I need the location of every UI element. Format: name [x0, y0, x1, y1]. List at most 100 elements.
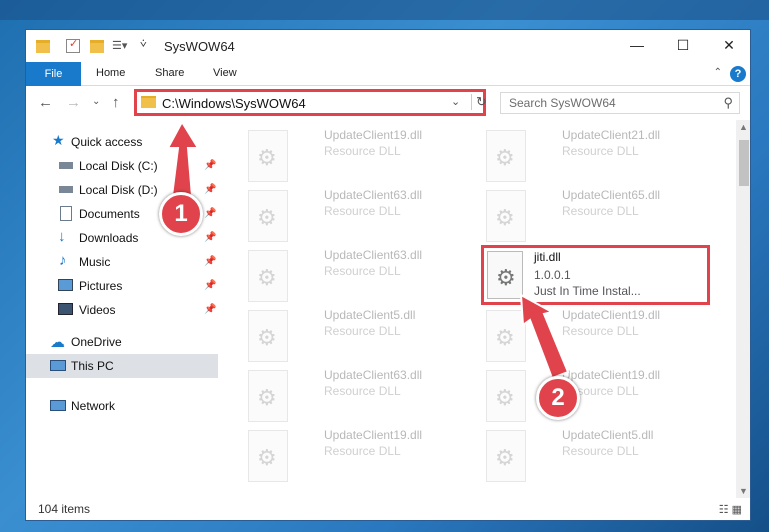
sidebar-item-videos[interactable]: Videos 📌	[26, 298, 218, 322]
properties-icon[interactable]: ✓	[66, 38, 80, 53]
file-name: UpdateClient63.dll	[324, 368, 423, 382]
dll-file-icon: ⚙	[248, 250, 288, 302]
navigation-bar: ← → ⌄ ↑ C:\Windows\SysWOW64 ⌄ ↻ Search S…	[26, 86, 750, 120]
sidebar-item-this-pc[interactable]: This PC	[26, 354, 218, 378]
tab-file[interactable]: File	[26, 62, 81, 86]
sidebar-item-label: This PC	[71, 359, 114, 373]
tab-share[interactable]: Share	[155, 67, 184, 79]
forward-icon[interactable]: →	[66, 94, 81, 111]
sidebar-item-label: Downloads	[79, 231, 139, 245]
file-item[interactable]: ⚙ UpdateClient19.dll Resource DLL	[248, 428, 468, 486]
refresh-icon[interactable]: ↻	[471, 94, 487, 110]
item-count: 104 items	[38, 502, 91, 516]
file-description: Resource DLL	[324, 384, 401, 398]
file-item[interactable]: ⚙ UpdateClient5.dll Resource DLL	[486, 428, 706, 486]
minimize-button[interactable]: —	[614, 30, 660, 60]
gear-icon: ⚙	[257, 445, 277, 470]
file-item[interactable]: ⚙ UpdateClient63.dll Resource DLL	[248, 368, 468, 426]
file-item[interactable]: ⚙ UpdateClient63.dll Resource DLL	[248, 248, 468, 306]
file-name: UpdateClient5.dll	[324, 308, 416, 322]
download-icon: ↓	[58, 228, 66, 245]
pin-icon[interactable]: 📌	[204, 304, 216, 315]
scroll-up-icon[interactable]: ▲	[739, 122, 748, 132]
file-item[interactable]: ⚙ UpdateClient65.dll Resource DLL	[486, 188, 706, 246]
file-name: UpdateClient19.dll	[562, 308, 661, 322]
drive-icon	[59, 162, 73, 169]
navigation-pane: ★ Quick access Local Disk (C:) 📌 Local D…	[26, 120, 218, 500]
maximize-button[interactable]: ☐	[660, 30, 706, 60]
pin-icon[interactable]: 📌	[204, 208, 216, 219]
file-name: UpdateClient5.dll	[562, 428, 654, 442]
pin-icon[interactable]: 📌	[204, 160, 216, 171]
file-item[interactable]: ⚙ UpdateClient63.dll Resource DLL	[248, 188, 468, 246]
sidebar-item-music[interactable]: ♪ Music 📌	[26, 250, 218, 274]
window-title: SysWOW64	[164, 39, 235, 54]
pin-icon[interactable]: 📌	[204, 184, 216, 195]
gear-icon: ⚙	[257, 145, 277, 170]
file-item[interactable]: ⚙ UpdateClient5.dll Resource DLL	[248, 308, 468, 366]
scrollbar-thumb[interactable]	[739, 140, 749, 186]
help-icon[interactable]: ?	[730, 66, 746, 82]
scroll-down-icon[interactable]: ▼	[739, 486, 748, 496]
search-icon[interactable]: ⚲	[723, 95, 733, 111]
sidebar-item-quick-access[interactable]: ★ Quick access	[26, 130, 218, 154]
quick-access-dropdown-icon[interactable]: ⩒	[140, 38, 147, 54]
search-placeholder: Search SysWOW64	[509, 96, 616, 110]
file-item[interactable]: ⚙ UpdateClient19.dll Resource DLL	[248, 128, 468, 186]
tab-view[interactable]: View	[213, 67, 237, 79]
file-description: Resource DLL	[562, 204, 639, 218]
sidebar-item-local-disk-c[interactable]: Local Disk (C:) 📌	[26, 154, 218, 178]
dll-file-icon: ⚙	[486, 310, 526, 362]
collapse-ribbon-icon[interactable]: ⌃	[714, 67, 722, 78]
music-icon: ♪	[59, 252, 67, 269]
file-description: Resource DLL	[324, 444, 401, 458]
file-name: UpdateClient63.dll	[324, 188, 423, 202]
new-folder-icon[interactable]	[90, 40, 104, 53]
close-button[interactable]: ✕	[706, 30, 750, 60]
file-item[interactable]: ⚙ UpdateClient19.dll Resource DLL	[486, 308, 706, 366]
gear-icon: ⚙	[495, 325, 515, 350]
documents-icon	[60, 206, 72, 221]
sidebar-item-pictures[interactable]: Pictures 📌	[26, 274, 218, 298]
pin-icon[interactable]: 📌	[204, 256, 216, 267]
up-icon[interactable]: ↑	[112, 94, 120, 111]
sidebar-item-network[interactable]: Network	[26, 394, 218, 418]
address-path: C:\Windows\SysWOW64	[162, 96, 306, 111]
file-item[interactable]: ⚙ UpdateClient21.dll Resource DLL	[486, 128, 706, 186]
tab-home[interactable]: Home	[96, 67, 125, 79]
file-item[interactable]: ⚙ UpdateClient19.dll Resource DLL	[486, 368, 706, 426]
address-dropdown-icon[interactable]: ⌄	[451, 95, 460, 108]
pin-icon[interactable]: 📌	[204, 232, 216, 243]
cloud-icon: ☁	[50, 334, 65, 351]
recent-locations-icon[interactable]: ⌄	[92, 96, 100, 107]
file-description: Just In Time Instal...	[534, 284, 641, 298]
file-list: ⚙ UpdateClient19.dll Resource DLL ⚙ Upda…	[218, 120, 736, 500]
file-name: UpdateClient19.dll	[562, 368, 661, 382]
status-bar: 104 items ☷ ▦	[26, 500, 750, 520]
search-input[interactable]: Search SysWOW64 ⚲	[500, 92, 740, 114]
vertical-scrollbar[interactable]: ▲ ▼	[736, 120, 750, 498]
file-name: jiti.dll	[534, 250, 561, 264]
file-name: UpdateClient65.dll	[562, 188, 661, 202]
view-mode-icons[interactable]: ☷ ▦	[719, 503, 742, 516]
gear-icon: ⚙	[495, 445, 515, 470]
pin-icon[interactable]: 📌	[204, 280, 216, 291]
sidebar-item-label: Pictures	[79, 279, 123, 293]
computer-icon	[50, 360, 66, 371]
dll-file-icon: ⚙	[487, 251, 523, 299]
folder-icon	[141, 96, 156, 108]
star-icon: ★	[52, 132, 65, 148]
sidebar-item-label: Local Disk (C:)	[79, 159, 158, 173]
file-description: Resource DLL	[562, 444, 639, 458]
back-icon[interactable]: ←	[38, 94, 53, 111]
sidebar-item-onedrive[interactable]: ☁ OneDrive	[26, 330, 218, 354]
sidebar-item-label: Network	[71, 399, 116, 413]
file-version: 1.0.0.1	[534, 268, 571, 282]
highlighted-file-item[interactable]: ⚙ jiti.dll 1.0.0.1 Just In Time Instal..…	[481, 245, 710, 305]
sidebar-item-label: OneDrive	[71, 335, 122, 349]
sidebar-item-label: Music	[79, 255, 111, 269]
file-description: Resource DLL	[562, 144, 639, 158]
customize-icon[interactable]: ☰▾	[112, 39, 127, 55]
folder-icon	[36, 40, 50, 53]
address-bar[interactable]: C:\Windows\SysWOW64 ⌄ ↻	[134, 89, 487, 116]
